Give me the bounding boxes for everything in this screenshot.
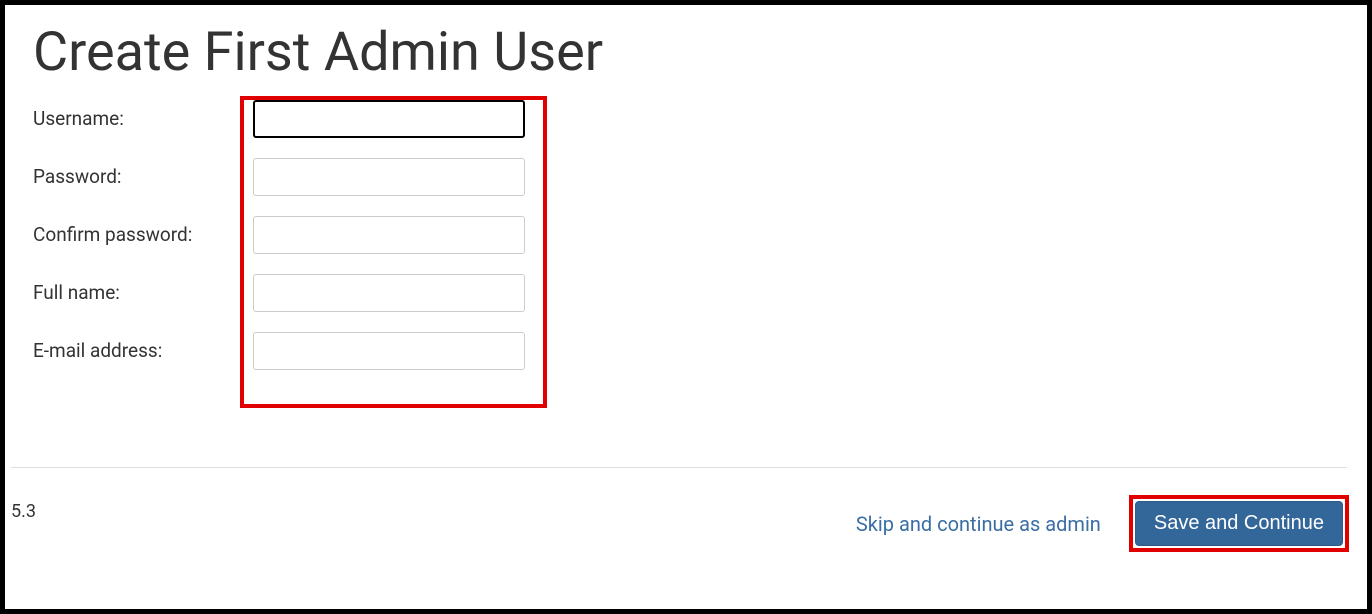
confirm-password-input[interactable]: [253, 216, 525, 254]
confirm-password-label: Confirm password:: [33, 223, 217, 246]
password-input[interactable]: [253, 158, 525, 196]
password-label: Password:: [33, 165, 217, 188]
footer: 5.3 Skip and continue as admin Save and …: [5, 485, 1367, 550]
username-input[interactable]: [253, 100, 525, 138]
email-input[interactable]: [253, 332, 525, 370]
full-name-input[interactable]: [253, 274, 525, 312]
form-row-confirm-password: Confirm password:: [33, 216, 1339, 254]
form-row-full-name: Full name:: [33, 274, 1339, 312]
form-row-password: Password:: [33, 158, 1339, 196]
email-label: E-mail address:: [33, 339, 217, 362]
full-name-label: Full name:: [33, 281, 217, 304]
username-label: Username:: [33, 107, 217, 130]
page-title: Create First Admin User: [33, 21, 1339, 86]
form-row-email: E-mail address:: [33, 332, 1339, 370]
version-text: 5.3: [11, 501, 36, 522]
save-continue-button[interactable]: Save and Continue: [1135, 501, 1343, 546]
footer-divider: [11, 467, 1347, 468]
skip-continue-link[interactable]: Skip and continue as admin: [856, 512, 1101, 536]
admin-user-form: Username: Password: Confirm password: Fu…: [33, 100, 1339, 370]
form-row-username: Username:: [33, 100, 1339, 138]
